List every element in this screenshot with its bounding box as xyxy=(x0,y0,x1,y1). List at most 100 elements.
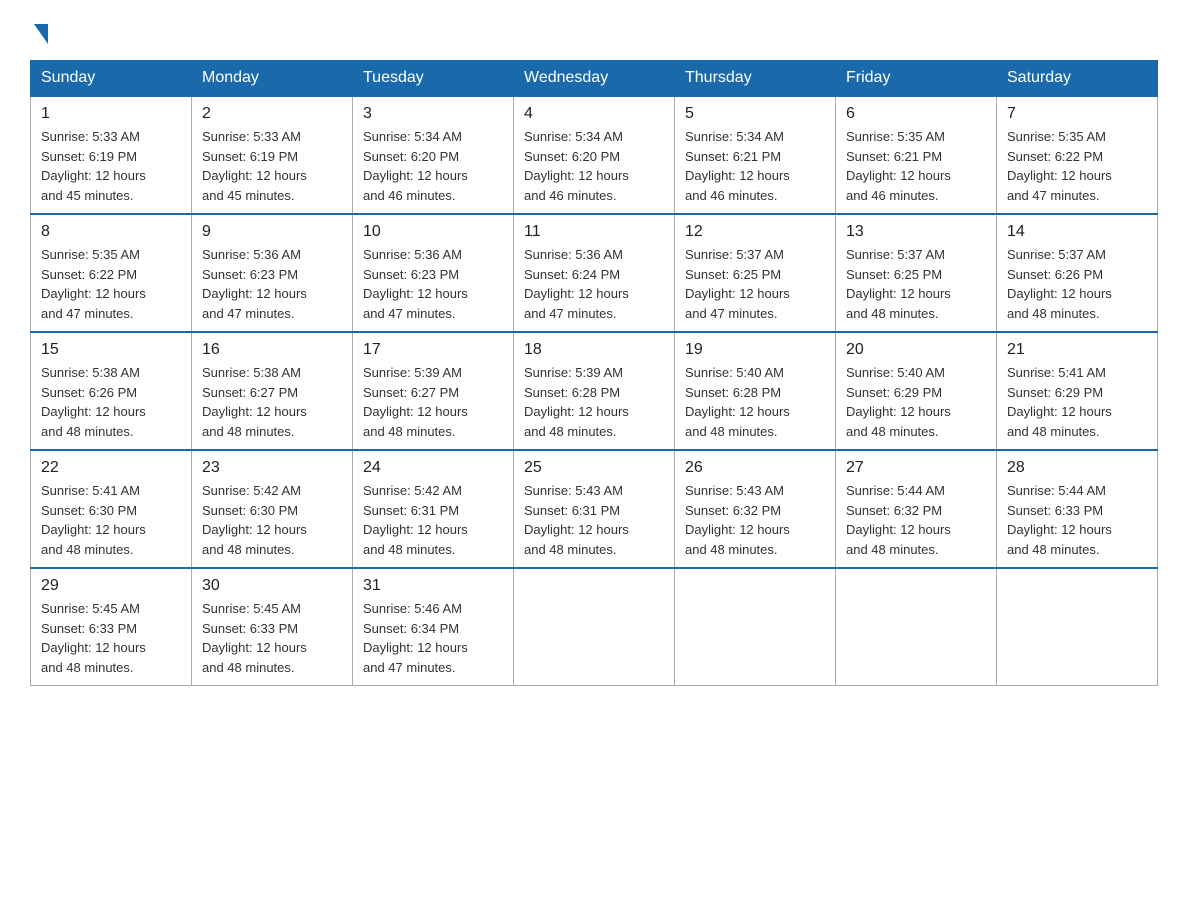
day-info: Sunrise: 5:37 AM Sunset: 6:25 PM Dayligh… xyxy=(685,247,790,321)
day-info: Sunrise: 5:33 AM Sunset: 6:19 PM Dayligh… xyxy=(41,129,146,203)
day-info: Sunrise: 5:40 AM Sunset: 6:29 PM Dayligh… xyxy=(846,365,951,439)
week-row-3: 15 Sunrise: 5:38 AM Sunset: 6:26 PM Dayl… xyxy=(31,332,1158,450)
day-info: Sunrise: 5:43 AM Sunset: 6:32 PM Dayligh… xyxy=(685,483,790,557)
day-info: Sunrise: 5:44 AM Sunset: 6:33 PM Dayligh… xyxy=(1007,483,1112,557)
day-number: 7 xyxy=(1007,105,1147,123)
day-number: 11 xyxy=(524,223,664,241)
header-thursday: Thursday xyxy=(675,61,836,97)
day-number: 4 xyxy=(524,105,664,123)
calendar-cell xyxy=(836,568,997,686)
calendar-cell: 5 Sunrise: 5:34 AM Sunset: 6:21 PM Dayli… xyxy=(675,96,836,214)
day-number: 16 xyxy=(202,341,342,359)
day-info: Sunrise: 5:34 AM Sunset: 6:20 PM Dayligh… xyxy=(524,129,629,203)
header-friday: Friday xyxy=(836,61,997,97)
header-tuesday: Tuesday xyxy=(353,61,514,97)
calendar-cell: 14 Sunrise: 5:37 AM Sunset: 6:26 PM Dayl… xyxy=(997,214,1158,332)
day-number: 21 xyxy=(1007,341,1147,359)
calendar-cell: 23 Sunrise: 5:42 AM Sunset: 6:30 PM Dayl… xyxy=(192,450,353,568)
calendar-cell: 20 Sunrise: 5:40 AM Sunset: 6:29 PM Dayl… xyxy=(836,332,997,450)
day-info: Sunrise: 5:43 AM Sunset: 6:31 PM Dayligh… xyxy=(524,483,629,557)
day-number: 22 xyxy=(41,459,181,477)
day-info: Sunrise: 5:41 AM Sunset: 6:30 PM Dayligh… xyxy=(41,483,146,557)
calendar-cell: 27 Sunrise: 5:44 AM Sunset: 6:32 PM Dayl… xyxy=(836,450,997,568)
calendar-cell: 7 Sunrise: 5:35 AM Sunset: 6:22 PM Dayli… xyxy=(997,96,1158,214)
day-info: Sunrise: 5:41 AM Sunset: 6:29 PM Dayligh… xyxy=(1007,365,1112,439)
day-info: Sunrise: 5:36 AM Sunset: 6:23 PM Dayligh… xyxy=(363,247,468,321)
calendar-cell: 11 Sunrise: 5:36 AM Sunset: 6:24 PM Dayl… xyxy=(514,214,675,332)
calendar-table: SundayMondayTuesdayWednesdayThursdayFrid… xyxy=(30,60,1158,686)
day-info: Sunrise: 5:33 AM Sunset: 6:19 PM Dayligh… xyxy=(202,129,307,203)
logo-arrow-icon xyxy=(34,24,48,44)
day-info: Sunrise: 5:45 AM Sunset: 6:33 PM Dayligh… xyxy=(202,601,307,675)
day-info: Sunrise: 5:35 AM Sunset: 6:21 PM Dayligh… xyxy=(846,129,951,203)
calendar-cell: 10 Sunrise: 5:36 AM Sunset: 6:23 PM Dayl… xyxy=(353,214,514,332)
calendar-cell: 12 Sunrise: 5:37 AM Sunset: 6:25 PM Dayl… xyxy=(675,214,836,332)
day-number: 6 xyxy=(846,105,986,123)
day-number: 8 xyxy=(41,223,181,241)
calendar-cell: 2 Sunrise: 5:33 AM Sunset: 6:19 PM Dayli… xyxy=(192,96,353,214)
day-number: 12 xyxy=(685,223,825,241)
calendar-cell: 4 Sunrise: 5:34 AM Sunset: 6:20 PM Dayli… xyxy=(514,96,675,214)
day-number: 17 xyxy=(363,341,503,359)
calendar-cell: 22 Sunrise: 5:41 AM Sunset: 6:30 PM Dayl… xyxy=(31,450,192,568)
day-number: 24 xyxy=(363,459,503,477)
day-number: 10 xyxy=(363,223,503,241)
day-info: Sunrise: 5:34 AM Sunset: 6:21 PM Dayligh… xyxy=(685,129,790,203)
header-sunday: Sunday xyxy=(31,61,192,97)
day-number: 26 xyxy=(685,459,825,477)
day-number: 18 xyxy=(524,341,664,359)
header-monday: Monday xyxy=(192,61,353,97)
day-info: Sunrise: 5:38 AM Sunset: 6:26 PM Dayligh… xyxy=(41,365,146,439)
day-info: Sunrise: 5:36 AM Sunset: 6:24 PM Dayligh… xyxy=(524,247,629,321)
day-number: 31 xyxy=(363,577,503,595)
calendar-cell: 24 Sunrise: 5:42 AM Sunset: 6:31 PM Dayl… xyxy=(353,450,514,568)
day-info: Sunrise: 5:39 AM Sunset: 6:28 PM Dayligh… xyxy=(524,365,629,439)
day-number: 2 xyxy=(202,105,342,123)
weekday-header-row: SundayMondayTuesdayWednesdayThursdayFrid… xyxy=(31,61,1158,97)
day-number: 30 xyxy=(202,577,342,595)
week-row-4: 22 Sunrise: 5:41 AM Sunset: 6:30 PM Dayl… xyxy=(31,450,1158,568)
page-header xyxy=(30,20,1158,40)
day-info: Sunrise: 5:36 AM Sunset: 6:23 PM Dayligh… xyxy=(202,247,307,321)
day-number: 20 xyxy=(846,341,986,359)
day-number: 13 xyxy=(846,223,986,241)
calendar-cell xyxy=(997,568,1158,686)
calendar-cell xyxy=(514,568,675,686)
calendar-cell: 25 Sunrise: 5:43 AM Sunset: 6:31 PM Dayl… xyxy=(514,450,675,568)
day-info: Sunrise: 5:42 AM Sunset: 6:31 PM Dayligh… xyxy=(363,483,468,557)
day-number: 19 xyxy=(685,341,825,359)
day-info: Sunrise: 5:44 AM Sunset: 6:32 PM Dayligh… xyxy=(846,483,951,557)
day-info: Sunrise: 5:45 AM Sunset: 6:33 PM Dayligh… xyxy=(41,601,146,675)
day-number: 3 xyxy=(363,105,503,123)
day-info: Sunrise: 5:35 AM Sunset: 6:22 PM Dayligh… xyxy=(41,247,146,321)
calendar-cell: 29 Sunrise: 5:45 AM Sunset: 6:33 PM Dayl… xyxy=(31,568,192,686)
calendar-cell: 3 Sunrise: 5:34 AM Sunset: 6:20 PM Dayli… xyxy=(353,96,514,214)
logo xyxy=(30,20,48,40)
day-number: 27 xyxy=(846,459,986,477)
day-number: 28 xyxy=(1007,459,1147,477)
calendar-cell: 21 Sunrise: 5:41 AM Sunset: 6:29 PM Dayl… xyxy=(997,332,1158,450)
day-number: 29 xyxy=(41,577,181,595)
calendar-cell: 13 Sunrise: 5:37 AM Sunset: 6:25 PM Dayl… xyxy=(836,214,997,332)
day-number: 15 xyxy=(41,341,181,359)
day-info: Sunrise: 5:37 AM Sunset: 6:26 PM Dayligh… xyxy=(1007,247,1112,321)
calendar-cell xyxy=(675,568,836,686)
calendar-cell: 8 Sunrise: 5:35 AM Sunset: 6:22 PM Dayli… xyxy=(31,214,192,332)
calendar-cell: 31 Sunrise: 5:46 AM Sunset: 6:34 PM Dayl… xyxy=(353,568,514,686)
day-number: 9 xyxy=(202,223,342,241)
day-info: Sunrise: 5:46 AM Sunset: 6:34 PM Dayligh… xyxy=(363,601,468,675)
day-number: 5 xyxy=(685,105,825,123)
calendar-cell: 30 Sunrise: 5:45 AM Sunset: 6:33 PM Dayl… xyxy=(192,568,353,686)
calendar-cell: 28 Sunrise: 5:44 AM Sunset: 6:33 PM Dayl… xyxy=(997,450,1158,568)
calendar-cell: 9 Sunrise: 5:36 AM Sunset: 6:23 PM Dayli… xyxy=(192,214,353,332)
calendar-cell: 1 Sunrise: 5:33 AM Sunset: 6:19 PM Dayli… xyxy=(31,96,192,214)
day-info: Sunrise: 5:34 AM Sunset: 6:20 PM Dayligh… xyxy=(363,129,468,203)
logo-top xyxy=(30,20,48,44)
day-number: 1 xyxy=(41,105,181,123)
calendar-cell: 16 Sunrise: 5:38 AM Sunset: 6:27 PM Dayl… xyxy=(192,332,353,450)
day-number: 25 xyxy=(524,459,664,477)
day-info: Sunrise: 5:35 AM Sunset: 6:22 PM Dayligh… xyxy=(1007,129,1112,203)
week-row-2: 8 Sunrise: 5:35 AM Sunset: 6:22 PM Dayli… xyxy=(31,214,1158,332)
day-info: Sunrise: 5:38 AM Sunset: 6:27 PM Dayligh… xyxy=(202,365,307,439)
day-info: Sunrise: 5:37 AM Sunset: 6:25 PM Dayligh… xyxy=(846,247,951,321)
